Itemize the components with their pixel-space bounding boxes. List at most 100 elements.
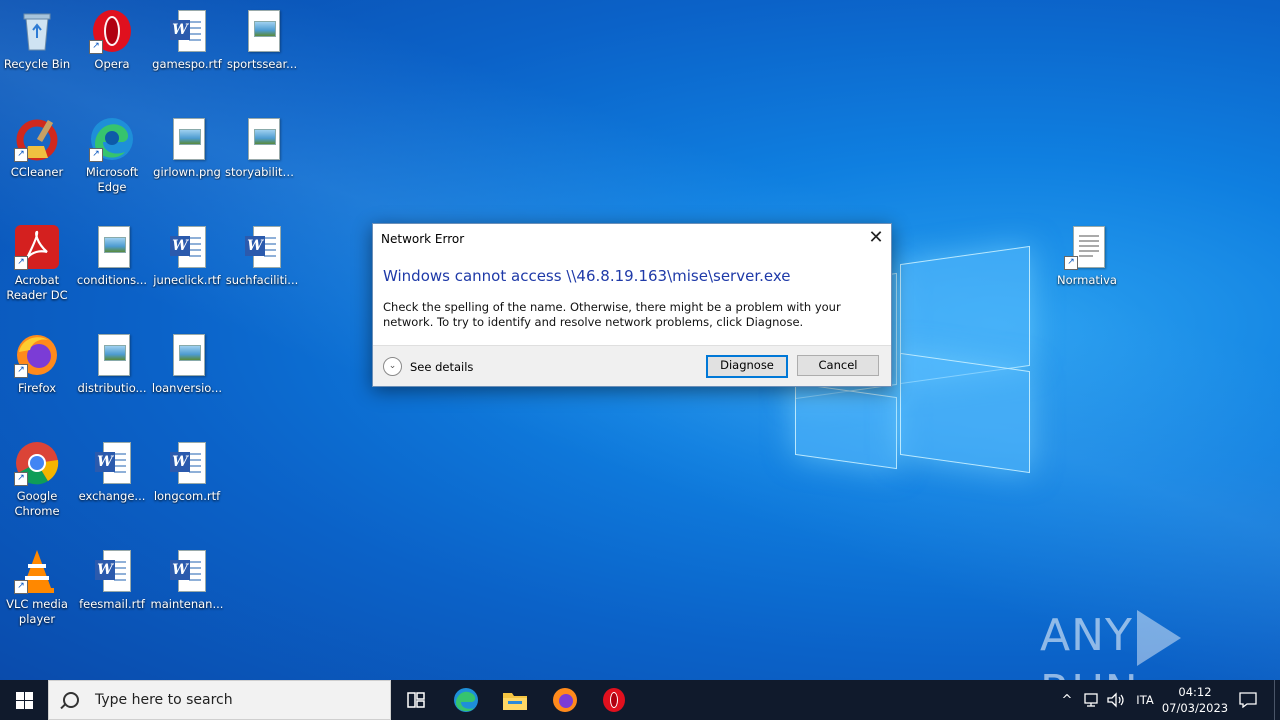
- desktop-icon-opera[interactable]: ↗ Opera: [75, 8, 149, 72]
- desktop-icon-label: exchange...: [78, 489, 146, 503]
- network-icon: [1084, 693, 1098, 707]
- shortcut-arrow-icon: ↗: [14, 256, 28, 270]
- image-file-icon: [89, 224, 135, 270]
- task-view-button[interactable]: [392, 680, 440, 720]
- desktop-icon-label: sportssear...: [226, 57, 298, 71]
- taskbar-clock[interactable]: 04:12 07/03/2023: [1160, 684, 1230, 716]
- desktop-icon-label: conditions...: [76, 273, 148, 287]
- network-error-dialog: Network Error ✕ Windows cannot access \\…: [372, 223, 892, 387]
- dialog-message: Check the spelling of the name. Otherwis…: [383, 300, 841, 329]
- ccleaner-icon: ↗: [14, 116, 60, 162]
- desktop-icon-maintenan[interactable]: W maintenan...: [150, 548, 224, 612]
- recycle-bin-icon: [14, 8, 60, 54]
- desktop-icon-girlown[interactable]: girlown.png: [150, 116, 224, 180]
- desktop-icon-loanversio[interactable]: loanversio...: [150, 332, 224, 396]
- shortcut-arrow-icon: ↗: [14, 364, 28, 378]
- desktop-icon-normativa[interactable]: ↗ Normativa: [1050, 224, 1124, 288]
- desktop-icon-storyability[interactable]: storyability....: [225, 116, 299, 180]
- shortcut-arrow-icon: ↗: [14, 580, 28, 594]
- volume-button[interactable]: [1104, 680, 1128, 720]
- chevron-down-icon: ⌄: [383, 357, 402, 376]
- word-document-icon: W: [164, 548, 210, 594]
- windows-start-icon: [15, 691, 33, 709]
- desktop-icon-recycle-bin[interactable]: Recycle Bin: [0, 8, 74, 72]
- folder-icon: [503, 693, 527, 710]
- word-document-icon: W: [164, 440, 210, 486]
- task-view-icon: [407, 692, 425, 708]
- desktop-icon-label: feesmail.rtf: [79, 597, 145, 611]
- desktop-icon-conditions[interactable]: conditions...: [75, 224, 149, 288]
- action-center-button[interactable]: [1234, 680, 1262, 720]
- dialog-heading: Windows cannot access \\46.8.19.163\mise…: [383, 267, 791, 285]
- taskbar: Type here to search ^ ITA 04:12 07/03/20…: [0, 680, 1280, 720]
- diagnose-button[interactable]: Diagnose: [706, 355, 788, 378]
- desktop-icon-label: gamespo.rtf: [152, 57, 222, 71]
- taskbar-search-box[interactable]: Type here to search: [48, 680, 391, 720]
- see-details-toggle[interactable]: ⌄ See details: [383, 357, 473, 376]
- desktop-icon-google-chrome[interactable]: ↗ Google Chrome: [0, 440, 74, 519]
- desktop-icon-vlc[interactable]: ↗ VLC media player: [0, 548, 74, 627]
- show-hidden-icons-button[interactable]: ^: [1058, 680, 1076, 720]
- desktop-icon-ccleaner[interactable]: ↗ CCleaner: [0, 116, 74, 180]
- desktop-icon-exchange[interactable]: W exchange...: [75, 440, 149, 504]
- image-file-icon: [164, 332, 210, 378]
- desktop-icon-label: juneclick.rtf: [153, 273, 221, 287]
- desktop-icon-label: Recycle Bin: [3, 57, 71, 71]
- clock-time: 04:12: [1178, 685, 1212, 699]
- start-button[interactable]: [0, 680, 48, 720]
- dialog-title: Network Error: [381, 232, 465, 246]
- desktop-icon-label: Microsoft Edge: [85, 165, 139, 194]
- desktop-icon-label: distributio...: [77, 381, 147, 395]
- clock-date: 07/03/2023: [1161, 701, 1229, 715]
- firefox-icon: [553, 688, 577, 712]
- close-icon[interactable]: ✕: [861, 224, 891, 252]
- see-details-label: See details: [410, 359, 474, 374]
- desktop-icon-sportssear[interactable]: sportssear...: [225, 8, 299, 72]
- image-file-icon: [164, 116, 210, 162]
- word-document-icon: W: [89, 548, 135, 594]
- edge-icon: ↗: [89, 116, 135, 162]
- shortcut-arrow-icon: ↗: [14, 472, 28, 486]
- taskbar-firefox-button[interactable]: [541, 680, 589, 720]
- desktop-icon-suchfaciliti[interactable]: W suchfaciliti...: [225, 224, 299, 288]
- desktop-icon-firefox[interactable]: ↗ Firefox: [0, 332, 74, 396]
- desktop-icon-longcom[interactable]: W longcom.rtf: [150, 440, 224, 504]
- edge-icon: [454, 688, 478, 712]
- chevron-up-icon: ^: [1061, 692, 1073, 708]
- desktop-icon-label: Google Chrome: [14, 489, 60, 518]
- network-status-button[interactable]: [1080, 680, 1104, 720]
- image-file-icon: [239, 8, 285, 54]
- desktop-icon-label: Firefox: [17, 381, 57, 395]
- desktop-icon-label: longcom.rtf: [153, 489, 221, 503]
- search-placeholder: Type here to search: [95, 692, 233, 708]
- desktop-icon-acrobat[interactable]: ↗ Acrobat Reader DC: [0, 224, 74, 303]
- watermark-text-left: ANY: [1040, 610, 1133, 661]
- cancel-button[interactable]: Cancel: [797, 355, 879, 376]
- desktop-icon-feesmail[interactable]: W feesmail.rtf: [75, 548, 149, 612]
- vlc-icon: ↗: [14, 548, 60, 594]
- show-desktop-divider[interactable]: [1274, 680, 1275, 720]
- opera-icon: ↗: [89, 8, 135, 54]
- desktop-icon-distributio[interactable]: distributio...: [75, 332, 149, 396]
- desktop-icon-juneclick[interactable]: W juneclick.rtf: [150, 224, 224, 288]
- desktop-icon-label: suchfaciliti...: [225, 273, 299, 287]
- desktop-icon-label: Acrobat Reader DC: [6, 273, 68, 302]
- taskbar-edge-button[interactable]: [442, 680, 490, 720]
- image-file-icon: [89, 332, 135, 378]
- word-document-icon: W: [239, 224, 285, 270]
- shortcut-arrow-icon: ↗: [89, 40, 103, 54]
- opera-icon: [603, 688, 625, 712]
- taskbar-opera-button[interactable]: [590, 680, 638, 720]
- image-file-icon: [239, 116, 285, 162]
- desktop-icon-microsoft-edge[interactable]: ↗ Microsoft Edge: [75, 116, 149, 195]
- desktop-icon-label: Opera: [94, 57, 130, 71]
- taskbar-file-explorer-button[interactable]: [491, 680, 539, 720]
- shortcut-arrow-icon: ↗: [1064, 256, 1078, 270]
- shortcut-arrow-icon: ↗: [89, 148, 103, 162]
- notification-icon: [1239, 692, 1257, 708]
- shortcut-arrow-icon: ↗: [14, 148, 28, 162]
- acrobat-reader-icon: ↗: [14, 224, 60, 270]
- input-language-indicator[interactable]: ITA: [1130, 680, 1160, 720]
- word-document-icon: W: [164, 224, 210, 270]
- desktop-icon-gamespo[interactable]: W gamespo.rtf: [150, 8, 224, 72]
